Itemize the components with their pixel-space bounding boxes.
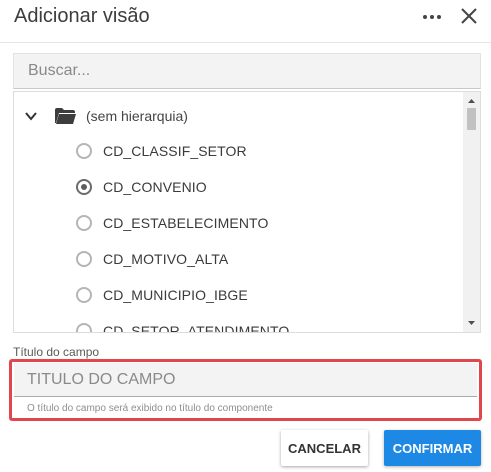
close-icon (461, 8, 477, 24)
tree-item-label: CD_MOTIVO_ALTA (103, 251, 229, 267)
close-button[interactable] (457, 4, 481, 28)
radio-cd-motivo-alta[interactable] (76, 251, 92, 267)
dialog-header: Adicionar visão (0, 0, 491, 43)
tree-item-cd-classif-setor[interactable]: CD_CLASSIF_SETOR (76, 138, 456, 164)
tree-item-label: CD_SETOR_ATENDIMENTO (103, 323, 290, 333)
tree-item-cd-motivo-alta[interactable]: CD_MOTIVO_ALTA (76, 246, 456, 272)
tree-panel: (sem hierarquia) CD_CLASSIF_SETOR CD_CON… (13, 91, 481, 333)
tree-item-cd-estabelecimento[interactable]: CD_ESTABELECIMENTO (76, 210, 456, 236)
search-input[interactable] (13, 53, 481, 89)
tree-item-cd-convenio[interactable]: CD_CONVENIO (76, 174, 456, 200)
scroll-down-arrow-icon[interactable] (463, 316, 480, 330)
scroll-thumb[interactable] (467, 108, 476, 130)
scroll-up-arrow-icon[interactable] (463, 94, 480, 108)
chevron-down-icon[interactable] (24, 109, 38, 123)
confirm-button[interactable]: CONFIRMAR (384, 430, 481, 466)
radio-cd-convenio[interactable] (76, 179, 92, 195)
radio-cd-municipio-ibge[interactable] (76, 287, 92, 303)
tree-item-cd-setor-atendimento[interactable]: CD_SETOR_ATENDIMENTO (76, 318, 456, 333)
tree-item-label: CD_MUNICIPIO_IBGE (103, 287, 248, 303)
radio-cd-estabelecimento[interactable] (76, 215, 92, 231)
field-title-input[interactable] (14, 363, 477, 397)
tree-item-label: CD_ESTABELECIMENTO (103, 215, 269, 231)
radio-cd-classif-setor[interactable] (76, 143, 92, 159)
dialog-title: Adicionar visão (14, 5, 150, 27)
tree-item-label: CD_CLASSIF_SETOR (103, 143, 247, 159)
field-title-hint: O título do campo será exibido no título… (27, 403, 273, 414)
tree-root-node[interactable]: (sem hierarquia) (24, 104, 424, 128)
tree-scrollbar[interactable] (463, 92, 480, 332)
more-options-button[interactable] (420, 7, 444, 27)
cancel-button[interactable]: CANCELAR (281, 430, 368, 466)
more-horizontal-icon (423, 15, 441, 19)
field-title-label: Título do campo (13, 345, 100, 359)
tree-item-cd-municipio-ibge[interactable]: CD_MUNICIPIO_IBGE (76, 282, 456, 308)
tree-root-label: (sem hierarquia) (86, 108, 188, 124)
radio-cd-setor-atendimento[interactable] (76, 323, 92, 332)
tree-item-label: CD_CONVENIO (103, 179, 207, 195)
folder-icon (55, 108, 76, 124)
add-view-dialog: Adicionar visão (sem hierarquia) (0, 0, 491, 472)
